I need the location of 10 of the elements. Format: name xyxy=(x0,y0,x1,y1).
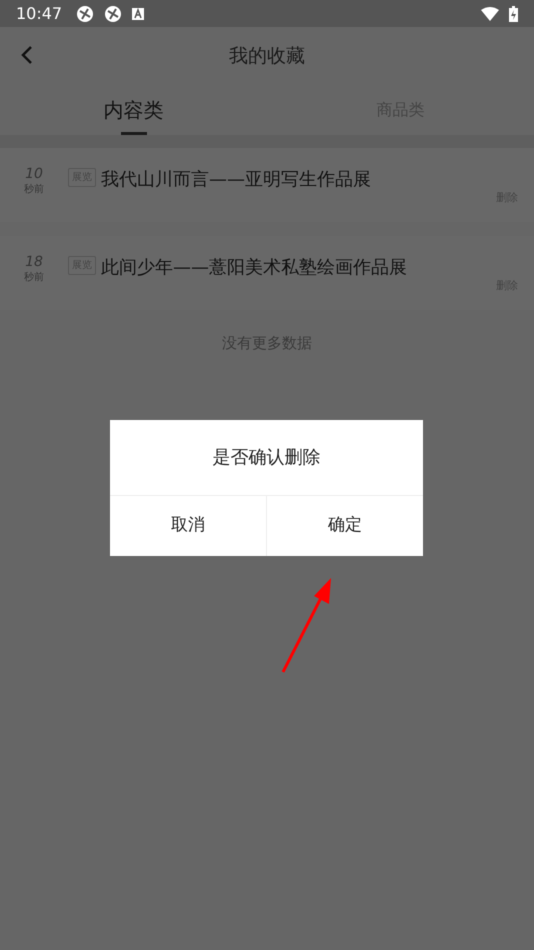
status-time: 10:47 xyxy=(16,2,62,24)
tab[interactable]: 内容类 xyxy=(0,85,267,135)
back-icon[interactable] xyxy=(21,46,33,64)
battery-icon xyxy=(509,6,518,22)
dialog-message: 是否确认删除 xyxy=(212,446,320,470)
font-icon xyxy=(132,8,144,20)
item-title: 我代山川而言——亚明写生作品展 xyxy=(101,168,371,192)
item-title: 此间少年——薏阳美术私塾绘画作品展 xyxy=(101,256,407,280)
wifi-icon xyxy=(481,6,499,20)
page-title: 我的收藏 xyxy=(229,44,305,69)
